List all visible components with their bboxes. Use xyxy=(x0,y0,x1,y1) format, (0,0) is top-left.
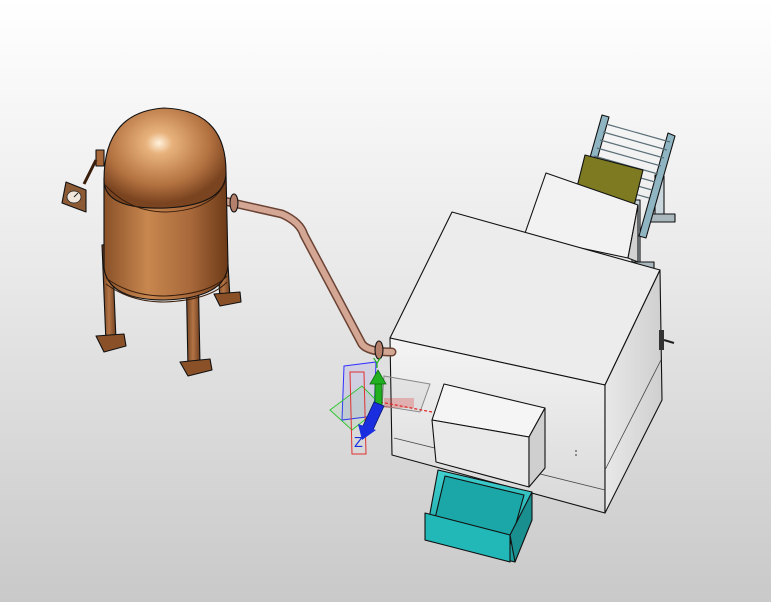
connecting-pipe[interactable] xyxy=(219,193,397,360)
handle-icon[interactable] xyxy=(659,330,675,350)
triad-y-label: Y xyxy=(372,357,381,372)
triad-z-label: Z xyxy=(354,436,363,451)
pressure-tank[interactable] xyxy=(61,107,242,377)
cad-scene[interactable]: Y Z xyxy=(0,0,771,602)
cad-viewport[interactable]: Y Z xyxy=(0,0,771,602)
pressure-gauge-icon[interactable] xyxy=(61,181,87,213)
gauge-connector xyxy=(82,149,105,185)
tank-dome xyxy=(103,107,227,209)
